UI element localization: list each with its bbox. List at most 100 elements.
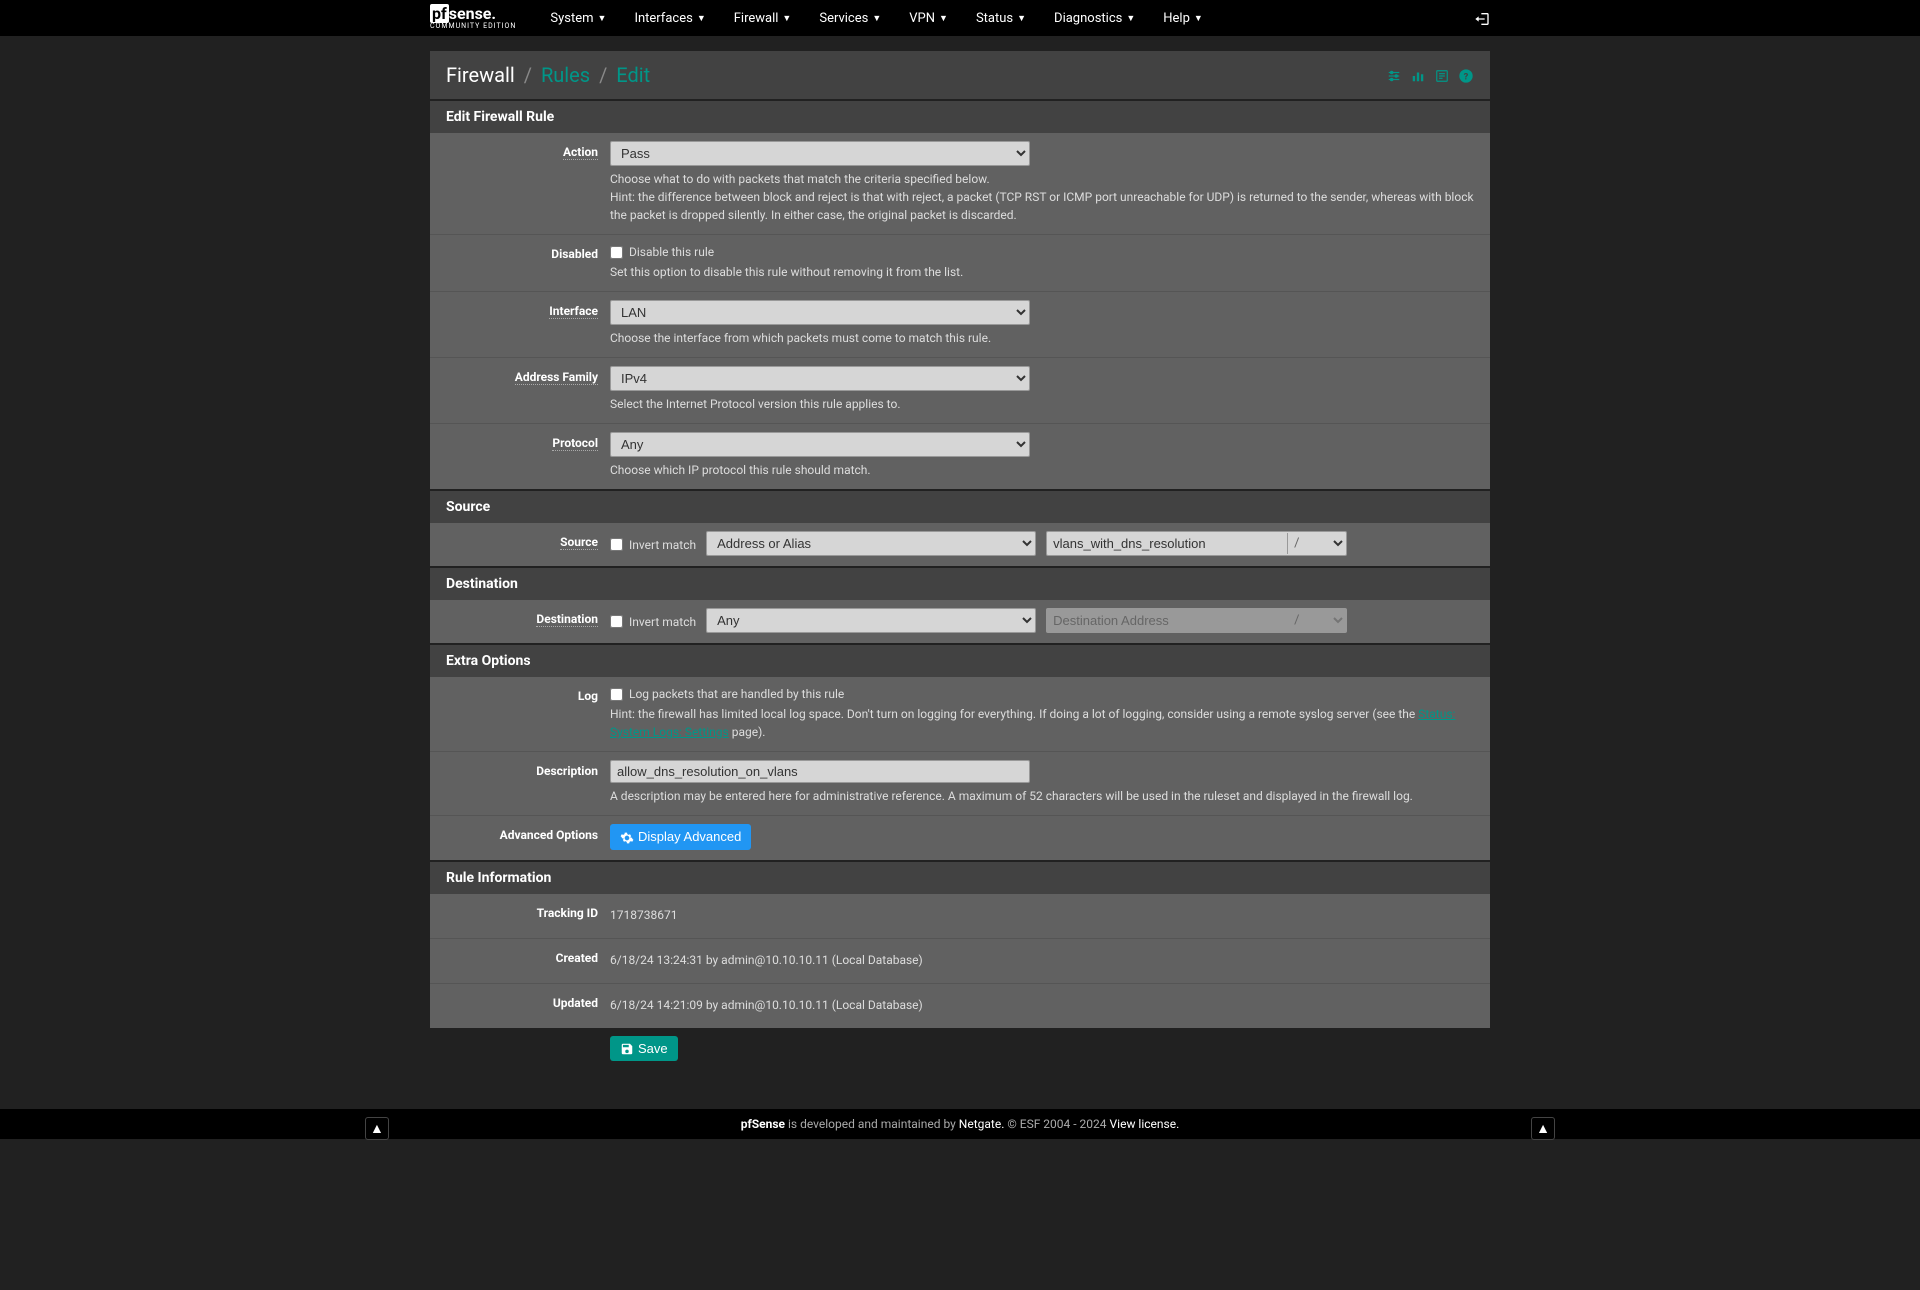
nav-help[interactable]: Help▼ (1149, 0, 1217, 36)
help-description: A description may be entered here for ad… (610, 787, 1474, 805)
log-icon[interactable] (1434, 66, 1450, 85)
checkbox-source-invert[interactable] (610, 538, 623, 551)
select-destination-mask (1306, 609, 1346, 632)
breadcrumb-sep: / (524, 63, 532, 87)
breadcrumb-page: Edit (616, 63, 650, 87)
link-netgate[interactable]: Netgate. (959, 1117, 1005, 1131)
label-description: Description (536, 764, 598, 778)
stats-icon[interactable] (1410, 66, 1426, 85)
panel-heading-extra: Extra Options (430, 645, 1490, 677)
panel-destination: Destination Destination Invert match Any… (430, 568, 1490, 643)
label-destination-invert: Invert match (629, 615, 696, 629)
breadcrumb-bar: Firewall / Rules / Edit ? (430, 51, 1490, 99)
label-action: Action (563, 145, 598, 160)
select-source-mask[interactable] (1306, 532, 1346, 555)
panel-edit-rule: Edit Firewall Rule Action Pass Choose wh… (430, 101, 1490, 489)
logout-icon[interactable] (1474, 9, 1490, 28)
help-disabled: Set this option to disable this rule wit… (610, 263, 1474, 281)
row-updated: Updated 6/18/24 14:21:09 by admin@10.10.… (430, 984, 1490, 1028)
panel-info: Rule Information Tracking ID 1718738671 … (430, 862, 1490, 1028)
logo-main: pfsense. (430, 6, 516, 22)
value-updated: 6/18/24 14:21:09 by admin@10.10.10.11 (L… (610, 992, 1474, 1018)
help-log: Hint: the firewall has limited local log… (610, 705, 1474, 741)
help-protocol: Choose which IP protocol this rule shoul… (610, 461, 1474, 479)
checkbox-disabled[interactable] (610, 246, 623, 259)
link-license[interactable]: View license. (1110, 1117, 1180, 1131)
logo[interactable]: pfsense. COMMUNITY EDITION (430, 6, 516, 30)
label-source-invert: Invert match (629, 538, 696, 552)
help-interface: Choose the interface from which packets … (610, 329, 1474, 347)
nav-interfaces[interactable]: Interfaces▼ (620, 0, 719, 36)
nav-diagnostics[interactable]: Diagnostics▼ (1040, 0, 1149, 36)
save-icon (620, 1041, 634, 1057)
nav-services[interactable]: Services▼ (805, 0, 895, 36)
label-destination: Destination (536, 612, 598, 627)
svg-text:?: ? (1464, 72, 1469, 83)
panel-source: Source Source Invert match Address or Al… (430, 491, 1490, 566)
panel-heading-info: Rule Information (430, 862, 1490, 894)
breadcrumb-section[interactable]: Rules (541, 63, 590, 87)
source-slash: / (1287, 533, 1305, 554)
row-tracking-id: Tracking ID 1718738671 (430, 894, 1490, 939)
select-destination-type[interactable]: Any (706, 608, 1036, 633)
row-protocol: Protocol Any Choose which IP protocol th… (430, 424, 1490, 489)
destination-address-group: / (1046, 608, 1346, 633)
value-created: 6/18/24 13:24:31 by admin@10.10.10.11 (L… (610, 947, 1474, 973)
footer-toggle-right[interactable]: ▲ (1531, 1117, 1555, 1140)
select-action[interactable]: Pass (610, 141, 1030, 166)
row-description: Description A description may be entered… (430, 752, 1490, 816)
destination-slash: / (1287, 610, 1305, 631)
topbar: pfsense. COMMUNITY EDITION System▼ Inter… (0, 0, 1920, 36)
help-address-family: Select the Internet Protocol version thi… (610, 395, 1474, 413)
checkbox-destination-invert[interactable] (610, 615, 623, 628)
label-protocol: Protocol (552, 436, 598, 451)
row-destination: Destination Invert match Any / (430, 600, 1490, 643)
help-action: Choose what to do with packets that matc… (610, 170, 1474, 224)
label-tracking-id: Tracking ID (537, 906, 598, 920)
label-created: Created (556, 951, 598, 965)
breadcrumb-sep: / (599, 63, 607, 87)
label-disabled: Disabled (551, 247, 598, 261)
nav: System▼ Interfaces▼ Firewall▼ Services▼ … (536, 0, 1474, 36)
main-container: Firewall / Rules / Edit ? Edit Firewall … (430, 36, 1490, 1069)
row-action: Action Pass Choose what to do with packe… (430, 133, 1490, 235)
label-interface: Interface (549, 304, 598, 319)
nav-firewall[interactable]: Firewall▼ (720, 0, 806, 36)
select-protocol[interactable]: Any (610, 432, 1030, 457)
row-created: Created 6/18/24 13:24:31 by admin@10.10.… (430, 939, 1490, 984)
label-address-family: Address Family (515, 370, 598, 385)
row-disabled: Disabled Disable this rule Set this opti… (430, 235, 1490, 292)
checkbox-log-label: Log packets that are handled by this rul… (629, 687, 844, 701)
select-interface[interactable]: LAN (610, 300, 1030, 325)
input-source-address[interactable] (1047, 533, 1287, 554)
select-address-family[interactable]: IPv4 (610, 366, 1030, 391)
breadcrumb-root: Firewall (446, 63, 515, 87)
button-display-advanced[interactable]: Display Advanced (610, 824, 751, 850)
row-address-family: Address Family IPv4 Select the Internet … (430, 358, 1490, 424)
nav-system[interactable]: System▼ (536, 0, 620, 36)
nav-status[interactable]: Status▼ (962, 0, 1040, 36)
logo-sub: COMMUNITY EDITION (430, 22, 516, 30)
footer-toggle-left[interactable]: ▲ (365, 1117, 389, 1140)
input-description[interactable] (610, 760, 1030, 783)
panel-heading-source: Source (430, 491, 1490, 523)
help-icon[interactable]: ? (1458, 66, 1474, 85)
input-destination-address (1047, 610, 1287, 631)
breadcrumb-actions: ? (1386, 66, 1474, 85)
gear-icon (620, 829, 634, 845)
checkbox-log[interactable] (610, 688, 623, 701)
save-button[interactable]: Save (610, 1036, 678, 1062)
footer: ▲ pfSense is developed and maintained by… (0, 1109, 1920, 1139)
breadcrumb: Firewall / Rules / Edit (446, 63, 650, 87)
label-updated: Updated (553, 996, 598, 1010)
save-row: Save (430, 1028, 1490, 1070)
nav-vpn[interactable]: VPN▼ (895, 0, 962, 36)
row-log: Log Log packets that are handled by this… (430, 677, 1490, 752)
panel-heading-destination: Destination (430, 568, 1490, 600)
label-advanced: Advanced Options (500, 828, 598, 842)
label-source: Source (560, 535, 598, 550)
select-source-type[interactable]: Address or Alias (706, 531, 1036, 556)
settings-icon[interactable] (1386, 66, 1402, 85)
panel-heading: Edit Firewall Rule (430, 101, 1490, 133)
row-source: Source Invert match Address or Alias / (430, 523, 1490, 566)
